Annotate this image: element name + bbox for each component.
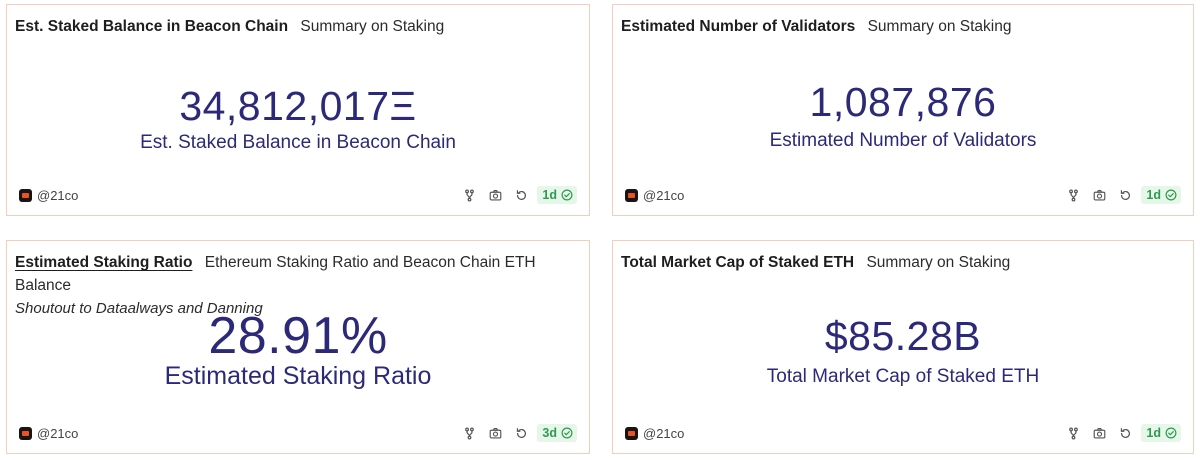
- author-link[interactable]: @21co: [19, 426, 78, 441]
- counter-card-staking-ratio: Estimated Staking Ratio Ethereum Staking…: [6, 240, 590, 454]
- counter-value: 34,812,017Ξ: [179, 83, 417, 129]
- card-title[interactable]: Estimated Staking Ratio: [15, 254, 192, 271]
- author-link[interactable]: @21co: [625, 426, 684, 441]
- counter-label: Total Market Cap of Staked ETH: [766, 366, 1040, 387]
- counter-card-market-cap: Total Market Cap of Staked ETH Summary o…: [612, 240, 1194, 454]
- card-tools: 1d: [453, 185, 577, 205]
- refresh-icon[interactable]: [511, 423, 531, 443]
- check-circle-icon: [561, 427, 573, 439]
- counter-label: Estimated Staking Ratio: [164, 362, 432, 390]
- counter-card-staked-balance: Est. Staked Balance in Beacon Chain Summ…: [6, 4, 590, 216]
- camera-icon[interactable]: [485, 423, 505, 443]
- card-tools: 3d: [453, 423, 577, 443]
- camera-icon[interactable]: [1089, 185, 1109, 205]
- fork-icon[interactable]: [1063, 423, 1083, 443]
- freshness-badge[interactable]: 1d: [1141, 424, 1181, 442]
- avatar: [19, 426, 32, 440]
- fork-icon[interactable]: [1063, 185, 1083, 205]
- fork-icon[interactable]: [459, 185, 479, 205]
- fork-icon[interactable]: [459, 423, 479, 443]
- card-header: Total Market Cap of Staked ETH Summary o…: [621, 251, 1183, 274]
- freshness-text: 1d: [1146, 188, 1161, 202]
- author-link[interactable]: @21co: [19, 188, 78, 203]
- counter-value: 28.91%: [208, 307, 388, 365]
- avatar: [19, 188, 32, 202]
- card-title[interactable]: Total Market Cap of Staked ETH: [621, 254, 854, 271]
- card-subtitle: Summary on Staking: [300, 18, 445, 35]
- check-circle-icon: [1165, 189, 1177, 201]
- counter-value: $85.28B: [824, 313, 982, 359]
- counter-value: 1,087,876: [809, 79, 997, 125]
- counter-label: Est. Staked Balance in Beacon Chain: [140, 132, 456, 153]
- counter-card-validators: Estimated Number of Validators Summary o…: [612, 4, 1194, 216]
- freshness-badge[interactable]: 1d: [1141, 186, 1181, 204]
- check-circle-icon: [1165, 427, 1177, 439]
- dashboard-grid: Est. Staked Balance in Beacon Chain Summ…: [0, 0, 1200, 460]
- card-subtitle: Summary on Staking: [867, 18, 1012, 35]
- freshness-text: 1d: [542, 188, 557, 202]
- card-footer: @21co 1d: [625, 423, 1181, 443]
- camera-icon[interactable]: [1089, 423, 1109, 443]
- card-footer: @21co 1d: [19, 185, 577, 205]
- card-footer: @21co 1d: [625, 185, 1181, 205]
- counter-label: Estimated Number of Validators: [769, 130, 1037, 151]
- camera-icon[interactable]: [485, 185, 505, 205]
- freshness-badge[interactable]: 3d: [537, 424, 577, 442]
- card-tools: 1d: [1057, 423, 1181, 443]
- avatar: [625, 426, 638, 440]
- author-name: @21co: [37, 425, 79, 441]
- card-tools: 1d: [1057, 185, 1181, 205]
- refresh-icon[interactable]: [1115, 423, 1135, 443]
- card-title[interactable]: Est. Staked Balance in Beacon Chain: [15, 18, 288, 35]
- author-link[interactable]: @21co: [625, 188, 684, 203]
- refresh-icon[interactable]: [511, 185, 531, 205]
- avatar: [625, 188, 638, 202]
- author-name: @21co: [643, 425, 685, 441]
- refresh-icon[interactable]: [1115, 185, 1135, 205]
- freshness-text: 3d: [542, 426, 557, 440]
- check-circle-icon: [561, 189, 573, 201]
- card-header: Estimated Number of Validators Summary o…: [621, 15, 1183, 38]
- author-name: @21co: [643, 187, 685, 203]
- author-name: @21co: [37, 187, 79, 203]
- card-subtitle: Summary on Staking: [866, 254, 1011, 271]
- card-title[interactable]: Estimated Number of Validators: [621, 18, 855, 35]
- freshness-text: 1d: [1146, 426, 1161, 440]
- card-footer: @21co 3d: [19, 423, 577, 443]
- freshness-badge[interactable]: 1d: [537, 186, 577, 204]
- card-header: Est. Staked Balance in Beacon Chain Summ…: [15, 15, 579, 38]
